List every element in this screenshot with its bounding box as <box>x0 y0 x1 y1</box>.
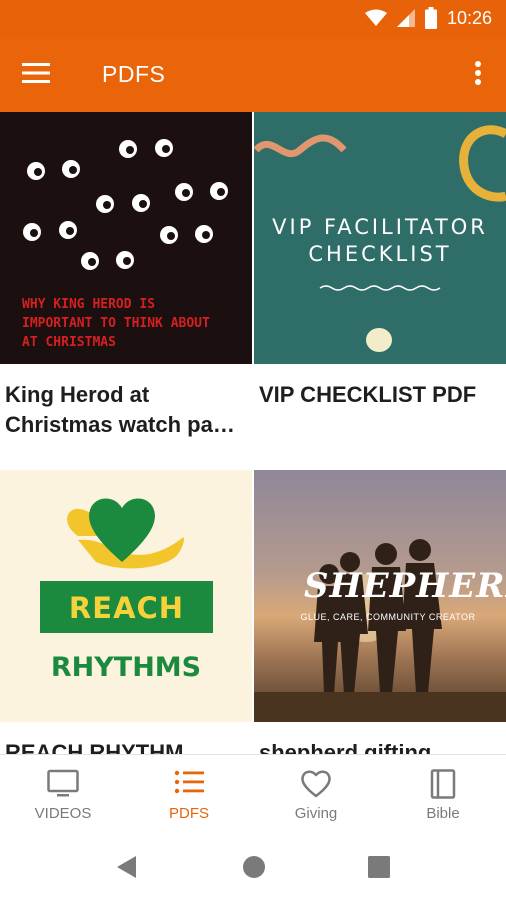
card-title: REACH RHYTHM <box>5 740 184 754</box>
nav-tab-videos[interactable]: VIDEOS <box>0 755 126 837</box>
pdf-thumbnail[interactable]: SHEPHERD GLUE, CARE, COMMUNITY CREATOR <box>254 470 506 722</box>
back-icon[interactable] <box>114 854 138 880</box>
heart-icon <box>301 770 331 798</box>
thumb-text-line: VIP FACILITATOR <box>272 215 488 239</box>
shepherd-thumb-title: SHEPHERD <box>304 566 506 606</box>
bottom-navigation: VIDEOS PDFS Giving Bible <box>0 754 506 836</box>
nav-label: VIDEOS <box>34 805 92 822</box>
menu-icon <box>22 63 50 83</box>
pdf-thumbnail[interactable]: WHY KING HEROD IS IMPORTANT TO THINK ABO… <box>0 112 252 364</box>
list-icon <box>174 770 204 794</box>
pdf-thumbnail[interactable]: VIP FACILITATOR CHECKLIST <box>254 112 506 364</box>
thumb-text-line: WHY KING HEROD IS <box>22 297 156 312</box>
status-bar: 10:26 <box>0 0 506 38</box>
nav-tab-pdfs[interactable]: PDFS <box>126 755 252 837</box>
nav-tab-bible[interactable]: Bible <box>380 755 506 837</box>
nav-tab-giving[interactable]: Giving <box>253 755 379 837</box>
pdf-card-shepherd-gifting[interactable]: SHEPHERD GLUE, CARE, COMMUNITY CREATOR s… <box>254 470 506 754</box>
card-title: VIP CHECKLIST PDF <box>259 382 477 407</box>
signal-icon <box>396 9 415 27</box>
nav-label: PDFS <box>168 805 209 822</box>
nav-label: Bible <box>426 805 460 822</box>
reach-banner-text: REACH <box>68 591 185 625</box>
wifi-icon <box>364 9 387 26</box>
more-options-button[interactable] <box>468 58 488 92</box>
home-icon[interactable] <box>242 855 266 879</box>
rhythms-text: RHYTHMS <box>50 652 202 683</box>
page-title: PDFS <box>102 61 166 87</box>
pdf-card-reach-rhythms[interactable]: REACH RHYTHMS REACH RHYTHM <box>0 470 252 754</box>
thumb-text-line: AT CHRISTMAS <box>22 335 116 350</box>
shepherd-thumb-subtitle: GLUE, CARE, COMMUNITY CREATOR <box>300 612 476 622</box>
pdf-card-king-herod[interactable]: WHY KING HEROD IS IMPORTANT TO THINK ABO… <box>0 112 252 470</box>
recents-icon[interactable] <box>368 856 390 878</box>
book-icon <box>430 769 456 799</box>
battery-icon <box>424 7 437 29</box>
pdf-card-vip-checklist[interactable]: VIP FACILITATOR CHECKLIST VIP CHECKLIST … <box>254 112 506 470</box>
thumb-text-line: IMPORTANT TO THINK ABOUT <box>22 316 210 331</box>
status-time: 10:26 <box>446 7 492 28</box>
nav-label: Giving <box>294 805 338 822</box>
pdf-thumbnail[interactable]: REACH RHYTHMS <box>0 470 252 722</box>
system-navigation-bar <box>0 836 506 900</box>
card-title: shepherd gifting <box>259 740 432 754</box>
thumb-text-line: CHECKLIST <box>308 242 452 266</box>
menu-button[interactable] <box>22 62 56 88</box>
card-title: King Herod at Christmas watch pa… <box>5 382 235 437</box>
tv-icon <box>47 769 79 797</box>
pdf-grid: WHY KING HEROD IS IMPORTANT TO THINK ABO… <box>0 112 506 754</box>
more-vert-icon <box>475 61 481 85</box>
app-bar: PDFS <box>0 38 506 112</box>
